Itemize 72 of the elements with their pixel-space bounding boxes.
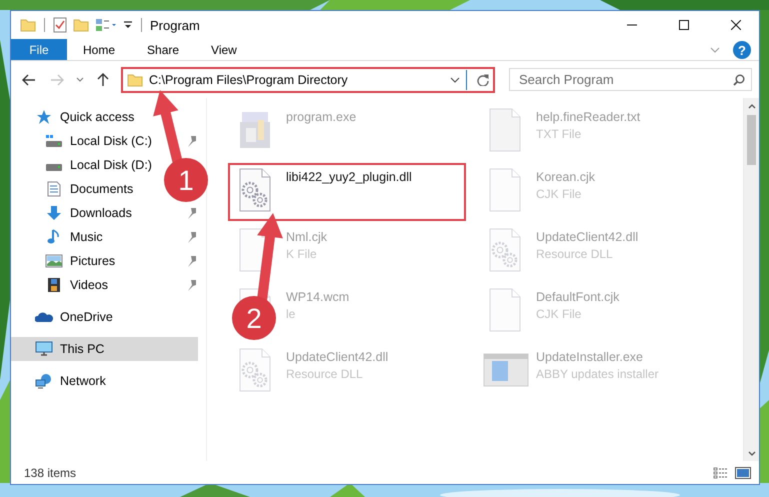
back-arrow-icon <box>22 74 36 86</box>
computer-icon <box>35 341 53 357</box>
up-arrow-icon <box>97 72 109 86</box>
chevron-down-icon <box>710 46 720 52</box>
file-name: help.fineReader.txt <box>536 110 640 124</box>
properties-icon[interactable] <box>53 17 67 33</box>
ribbon-tab[interactable]: View <box>195 39 253 60</box>
drive-icon <box>45 134 63 148</box>
file-type: ABBY updates installer <box>536 367 659 381</box>
file-type: Resource DLL <box>536 247 614 261</box>
file-name: WP14.wcm <box>286 290 350 304</box>
folder-icon <box>127 72 143 86</box>
film-icon <box>47 277 61 293</box>
nav-item[interactable]: OneDrive <box>11 305 117 329</box>
dropdown-caret-icon[interactable] <box>450 76 460 82</box>
file-name: libi422_yuy2_plugin.dll <box>286 170 412 184</box>
document-icon <box>47 181 61 197</box>
caret-down-icon <box>748 450 756 456</box>
file-type: CJK File <box>536 187 582 201</box>
file-name: program.exe <box>286 110 356 124</box>
nav-item[interactable]: Downloads <box>11 201 136 225</box>
nav-item[interactable]: Network <box>11 369 110 393</box>
step-badge: 1 <box>164 158 208 202</box>
music-note-icon <box>47 229 61 245</box>
help-button[interactable]: ? <box>733 41 751 59</box>
nav-item[interactable]: Documents <box>11 177 138 201</box>
ribbon-tab[interactable]: Home <box>67 39 132 60</box>
nav-item[interactable]: Pictures <box>11 249 120 273</box>
file-type: K File <box>286 247 318 261</box>
window-title: Program <box>150 18 200 32</box>
refresh-icon <box>477 74 489 86</box>
customize-toolbar-icon[interactable] <box>123 20 133 30</box>
close-icon <box>731 20 741 30</box>
caret-up-icon <box>748 104 756 108</box>
nav-item[interactable]: Quick access <box>11 105 138 129</box>
forward-arrow-icon <box>50 74 64 86</box>
nav-item[interactable]: Local Disk (D:) <box>11 153 156 177</box>
file-name: Korean.cjk <box>536 170 596 184</box>
nav-item[interactable]: Music <box>11 225 107 249</box>
maximize-icon <box>679 20 689 30</box>
network-icon <box>35 373 53 389</box>
nav-item[interactable]: This PC <box>11 337 198 361</box>
download-icon <box>46 205 62 221</box>
search-field[interactable]: Search Program <box>509 68 752 91</box>
view-options-icon[interactable] <box>95 18 117 32</box>
large-icons-view-icon <box>735 466 751 478</box>
details-view-button[interactable] <box>713 466 729 478</box>
scrollbar-thumb[interactable] <box>747 115 756 165</box>
file-name: UpdateClient42.dll <box>536 230 638 244</box>
search-icon <box>733 74 745 86</box>
details-view-icon <box>713 466 729 478</box>
picture-icon <box>45 254 63 268</box>
caret-icon <box>76 77 84 82</box>
step-badge: 2 <box>232 296 276 340</box>
file-tile[interactable]: libi422_yuy2_plugin.dll <box>228 163 466 221</box>
file-name: UpdateClient42.dll <box>286 350 388 364</box>
file-name: DefaultFont.cjk <box>536 290 620 304</box>
star-icon <box>36 109 52 125</box>
item-count: 138 items <box>24 466 78 480</box>
file-type: Resource DLL <box>286 367 364 381</box>
file-type: TXT File <box>536 127 582 141</box>
file-type: CJK File <box>536 307 582 321</box>
file-type: le <box>286 307 296 321</box>
large-icons-view-button[interactable] <box>735 466 751 478</box>
address-field[interactable]: C:\Program Files\Program Directory <box>121 66 495 92</box>
nav-item[interactable]: Local Disk (C:) <box>11 129 156 153</box>
cloud-icon <box>35 311 53 323</box>
file-name: Nml.cjk <box>286 230 327 244</box>
file-name: UpdateInstaller.exe <box>536 350 644 364</box>
ribbon-tab[interactable]: Share <box>131 39 196 60</box>
nav-item[interactable]: Videos <box>11 273 112 297</box>
vertical-scrollbar[interactable] <box>743 98 759 461</box>
